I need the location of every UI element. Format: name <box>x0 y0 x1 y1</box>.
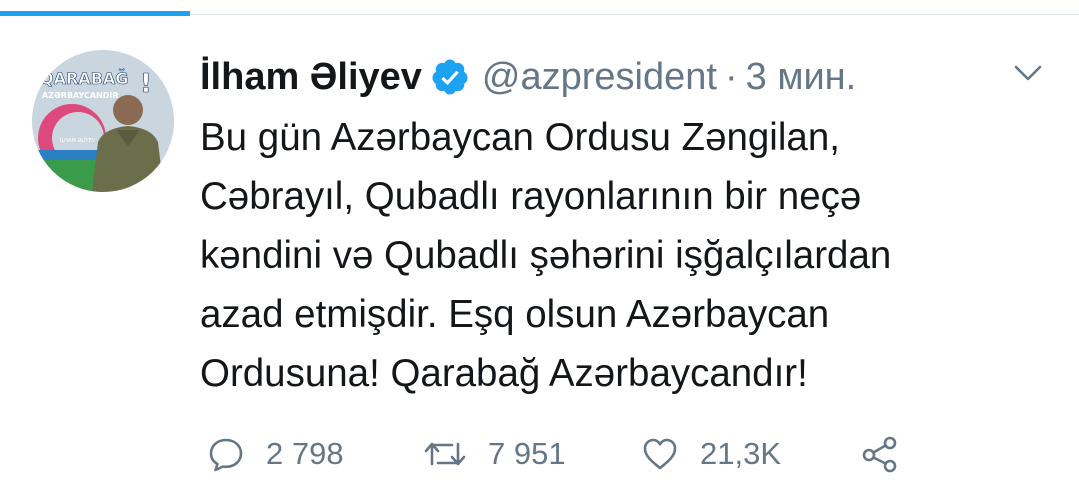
avatar[interactable]: QARABAĞ ! AZƏRBAYCANDIR İLHAM ƏLİYEV <box>32 50 174 192</box>
tweet-actions: 2 798 7 951 21,3K <box>200 430 960 478</box>
share-icon <box>862 436 897 473</box>
chevron-down-icon[interactable] <box>1010 60 1046 86</box>
share-button[interactable] <box>860 430 920 478</box>
reply-count: 2 798 <box>266 436 344 471</box>
timestamp[interactable]: 3 мин. <box>746 52 857 102</box>
loading-bar-progress <box>0 11 190 16</box>
like-count: 21,3K <box>700 436 782 471</box>
display-name[interactable]: İlham Əliyev <box>200 52 422 102</box>
svg-text:İLHAM ƏLİYEV: İLHAM ƏLİYEV <box>60 137 96 144</box>
user-handle[interactable]: @azpresident <box>482 52 717 102</box>
reply-button[interactable]: 2 798 <box>206 430 344 478</box>
svg-text:QARABAĞ: QARABAĞ <box>40 69 128 88</box>
svg-text:!: ! <box>140 69 152 99</box>
avatar-image: QARABAĞ ! AZƏRBAYCANDIR İLHAM ƏLİYEV <box>32 50 174 192</box>
heart-icon <box>643 438 677 470</box>
retweet-arrows-icon <box>424 442 466 466</box>
header-separator: · <box>724 56 738 98</box>
svg-text:AZƏRBAYCANDIR: AZƏRBAYCANDIR <box>42 91 119 100</box>
comment-bubble-icon <box>209 438 243 472</box>
tweet-header: İlham Əliyev @azpresident · 3 мин. <box>200 52 856 102</box>
tweet-text: Bu gün Azərbaycan Ordusu Zəngilan, Cəbra… <box>200 116 892 395</box>
verified-badge-icon <box>430 57 470 97</box>
like-button[interactable]: 21,3K <box>640 430 781 478</box>
retweet-count: 7 951 <box>488 436 566 471</box>
retweet-button[interactable]: 7 951 <box>422 430 566 478</box>
